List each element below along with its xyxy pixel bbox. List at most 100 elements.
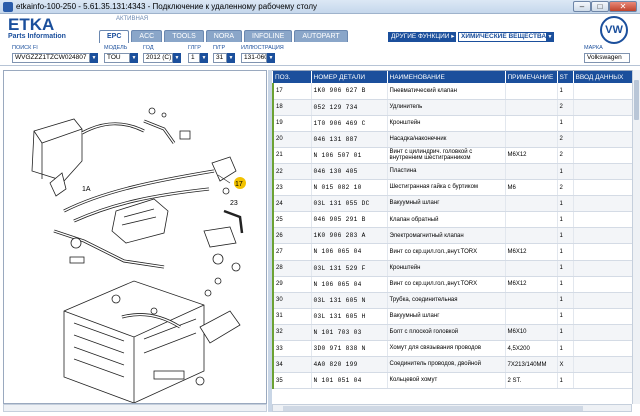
- cell-input[interactable]: [573, 211, 632, 229]
- cell-input[interactable]: [573, 163, 632, 181]
- table-horizontal-scrollbar[interactable]: [272, 404, 632, 412]
- tab-acc[interactable]: ACC: [131, 30, 163, 42]
- chevron-down-icon[interactable]: ▼: [546, 32, 554, 42]
- group-select[interactable]: 1: [188, 53, 200, 63]
- table-row[interactable]: 32 N 101 703 03 Болт с плоской головкой M6X…: [272, 324, 632, 342]
- cell-input[interactable]: [573, 356, 632, 374]
- chevron-down-icon[interactable]: ▼: [173, 53, 181, 63]
- cell-input[interactable]: [573, 99, 632, 116]
- diagram-horizontal-scrollbar[interactable]: [3, 404, 267, 412]
- cell-input[interactable]: [573, 83, 632, 100]
- year-select[interactable]: 2012 (C): [143, 53, 173, 63]
- table-row[interactable]: 30 03L 131 605 N Трубка, соединительная 1: [272, 292, 632, 309]
- callout-1a[interactable]: 1A: [82, 186, 91, 193]
- chevron-down-icon[interactable]: ▼: [267, 53, 275, 63]
- cell-input[interactable]: [573, 324, 632, 342]
- chevron-down-icon[interactable]: ▼: [200, 53, 208, 63]
- cell-name: Клапан обратный: [387, 211, 506, 229]
- column-header-st[interactable]: ST: [557, 71, 574, 83]
- column-header-note[interactable]: ПРИМЕЧАНИЕ: [505, 71, 558, 83]
- cell-part-number: N 106 507 01: [311, 147, 388, 164]
- cell-input[interactable]: [573, 340, 632, 358]
- cell-name: Пластина: [387, 163, 506, 181]
- year-label: ГОД: [143, 45, 154, 51]
- column-header-name[interactable]: НАИМЕНОВАНИЕ: [387, 71, 506, 83]
- column-header-input[interactable]: ВВОД ДАННЫХ: [573, 71, 632, 83]
- tab-infoline[interactable]: INFOLINE: [244, 30, 293, 42]
- tab-autopart[interactable]: AUTOPART: [294, 30, 348, 42]
- cell-part-number: 1K0 906 283 A: [311, 227, 388, 245]
- chevron-down-icon[interactable]: ▼: [130, 53, 138, 63]
- table-row[interactable]: 18 052 129 734 Удлинитель 2: [272, 99, 632, 116]
- illustration-panel[interactable]: 17 1A 23: [3, 70, 267, 404]
- cell-input[interactable]: [573, 372, 632, 390]
- model-select[interactable]: TOU: [104, 53, 130, 63]
- column-header-part-number[interactable]: НОМЕР ДЕТАЛИ: [311, 71, 388, 83]
- illustration-select[interactable]: 131-060: [241, 53, 267, 63]
- vin-input[interactable]: WVGZZZ1TZCW024807: [12, 53, 90, 63]
- cell-input[interactable]: [573, 243, 632, 261]
- chevron-down-icon[interactable]: ▼: [90, 53, 98, 63]
- cell-input[interactable]: [573, 276, 632, 293]
- cell-note: [505, 260, 558, 277]
- cell-input[interactable]: [573, 195, 632, 213]
- table-row[interactable]: 29 N 106 065 04 Винт со скр.цил.гол.,внут.…: [272, 276, 632, 293]
- cell-st: 1: [557, 324, 574, 342]
- tab-epc[interactable]: EPC: [99, 30, 130, 43]
- table-row[interactable]: 31 03L 131 605 H Вакуумный шланг 1: [272, 308, 632, 325]
- table-row[interactable]: 33 3D0 971 838 N Хомут для связывания пров…: [272, 340, 632, 358]
- table-vertical-scrollbar[interactable]: [632, 70, 640, 404]
- cell-part-number: 03L 131 605 H: [311, 308, 388, 325]
- table-row[interactable]: 28 03L 131 529 F Кронштейн 1: [272, 260, 632, 277]
- column-header-pos[interactable]: ПОЗ.: [273, 71, 312, 83]
- cell-position: 33: [272, 340, 312, 358]
- table-row[interactable]: 17 1K0 906 627 B Пневматический клапан 1: [272, 83, 632, 100]
- cell-st: 1: [557, 260, 574, 277]
- table-row[interactable]: 27 N 106 065 04 Винт со скр.цил.гол.,внут.…: [272, 243, 632, 261]
- cell-name: Кольцевой хомут: [387, 372, 506, 390]
- table-row[interactable]: 26 1K0 906 283 A Электромагнитный клапан 1: [272, 227, 632, 245]
- cell-name: Насадка/наконечник: [387, 131, 506, 148]
- table-row[interactable]: 34 4A0 820 199 Соединитель проводов, двойн…: [272, 356, 632, 374]
- table-row[interactable]: 19 1T0 906 469 C Кронштейн 1: [272, 115, 632, 132]
- table-row[interactable]: 23 N 015 082 10 Шестигранная гайка с бурти…: [272, 179, 632, 197]
- cell-input[interactable]: [573, 131, 632, 148]
- tab-nora[interactable]: NORA: [205, 30, 243, 42]
- other-functions-button[interactable]: ДРУГИЕ ФУНКЦИИ ▸: [388, 32, 456, 42]
- table-header-row: ПОЗ. НОМЕР ДЕТАЛИ НАИМЕНОВАНИЕ ПРИМЕЧАНИ…: [273, 71, 632, 83]
- callout-23[interactable]: 23: [230, 200, 238, 207]
- scrollbar-thumb[interactable]: [634, 80, 639, 120]
- subgroup-select[interactable]: 31: [213, 53, 227, 63]
- brand-select[interactable]: Volkswagen: [584, 53, 630, 63]
- chevron-down-icon[interactable]: ▼: [227, 53, 235, 63]
- cell-note: [505, 308, 558, 325]
- close-button[interactable]: ✕: [609, 1, 637, 12]
- tab-tools[interactable]: TOOLS: [164, 30, 204, 42]
- table-row[interactable]: 22 046 130 405 Пластина 1: [272, 163, 632, 181]
- cell-position: 20: [272, 131, 312, 148]
- table-row[interactable]: 35 N 101 051 04 Кольцевой хомут 2 ST. 1: [272, 372, 632, 390]
- scrollbar-thumb[interactable]: [283, 406, 583, 411]
- cell-input[interactable]: [573, 227, 632, 245]
- window-title-bar: etkainfo-100-250 - 5.61.35.131:4343 - По…: [0, 0, 640, 14]
- table-row[interactable]: 21 N 106 507 01 Винт с цилиндрич. головкой…: [272, 147, 632, 164]
- callout-17[interactable]: 17: [235, 181, 243, 188]
- cell-input[interactable]: [573, 292, 632, 309]
- minimize-button[interactable]: –: [573, 1, 591, 12]
- cell-input[interactable]: [573, 115, 632, 132]
- cell-position: 31: [272, 308, 312, 325]
- cell-st: 1: [557, 276, 574, 293]
- cell-st: 1: [557, 83, 574, 100]
- chemicals-dropdown[interactable]: ХИМИЧЕСКИЕ ВЕЩЕСТВА: [458, 32, 554, 42]
- cell-st: 1: [557, 308, 574, 325]
- cell-position: 18: [272, 99, 312, 116]
- cell-input[interactable]: [573, 260, 632, 277]
- cell-input[interactable]: [573, 179, 632, 197]
- table-row[interactable]: 20 046 131 887 Насадка/наконечник 2: [272, 131, 632, 148]
- maximize-button[interactable]: □: [591, 1, 609, 12]
- table-row[interactable]: 24 03L 131 055 DC Вакуумный шланг 1: [272, 195, 632, 213]
- cell-st: X: [557, 356, 574, 374]
- cell-input[interactable]: [573, 308, 632, 325]
- table-row[interactable]: 25 046 905 291 B Клапан обратный 1: [272, 211, 632, 229]
- cell-input[interactable]: [573, 147, 632, 164]
